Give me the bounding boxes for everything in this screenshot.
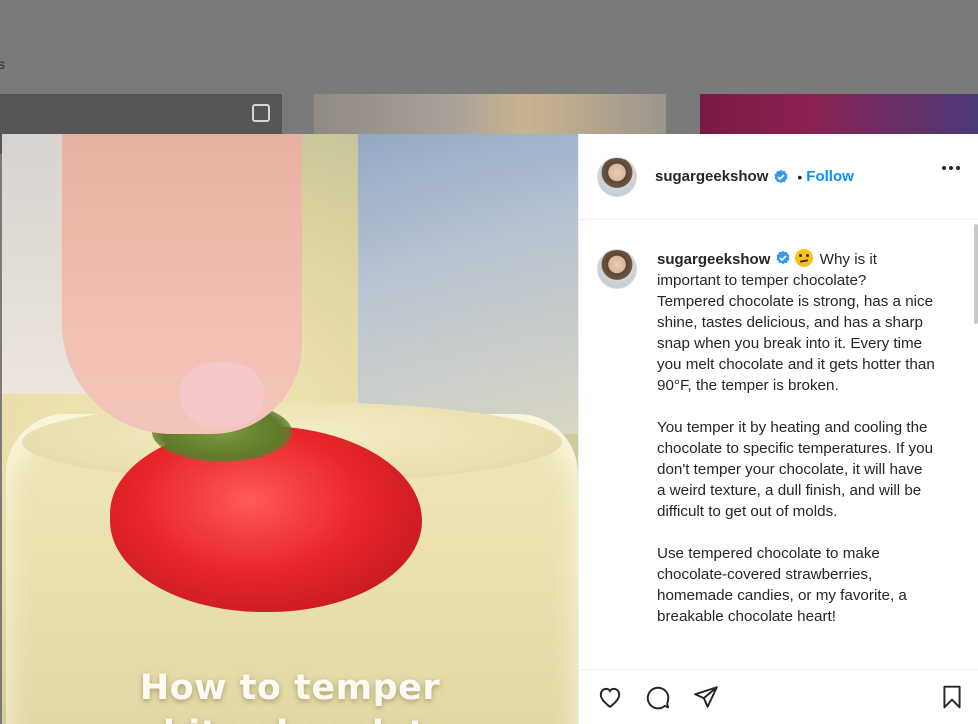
separator-dot: • [797,168,803,185]
comment-icon[interactable] [645,684,671,710]
caption-text: Why is it important to temper chocolate?… [657,251,935,394]
post-modal: How to temper white chocolate sugargeeks… [2,134,978,724]
verified-badge-icon [774,169,788,183]
bookmark-icon[interactable] [939,684,965,710]
verified-badge-icon [776,250,790,265]
post-media[interactable]: How to temper white chocolate [2,134,578,724]
caption-avatar[interactable] [597,249,637,289]
avatar[interactable] [597,156,637,197]
action-bar [579,669,978,724]
caption: sugargeekshow Why is it important to tem… [597,249,935,627]
media-background [358,134,578,434]
comments-scrollbar[interactable] [974,224,978,324]
fingernail-image [180,362,264,428]
background-text: s [0,56,5,72]
comments-area[interactable]: sugargeekshow Why is it important to tem… [579,221,978,669]
more-options-icon[interactable] [942,166,960,170]
caption-paragraph: Use tempered chocolate to make chocolate… [657,545,907,625]
post-header: sugargeekshow • Follow [579,134,978,220]
caption-body: sugargeekshow Why is it important to tem… [657,249,935,627]
share-icon[interactable] [693,684,719,710]
post-side-panel: sugargeekshow • Follow sugargeekshow Why… [578,134,978,724]
post-username[interactable]: sugargeekshow [655,168,768,185]
multiple-posts-icon [252,104,270,122]
media-overlay-title: How to temper [139,668,441,708]
caption-paragraph: You temper it by heating and cooling the… [657,419,934,520]
thinking-face-emoji [795,249,814,267]
caption-username[interactable]: sugargeekshow [657,251,770,268]
media-overlay-subtitle: white chocolate [2,714,578,724]
heart-icon[interactable] [597,684,623,710]
follow-button[interactable]: Follow [806,168,854,185]
